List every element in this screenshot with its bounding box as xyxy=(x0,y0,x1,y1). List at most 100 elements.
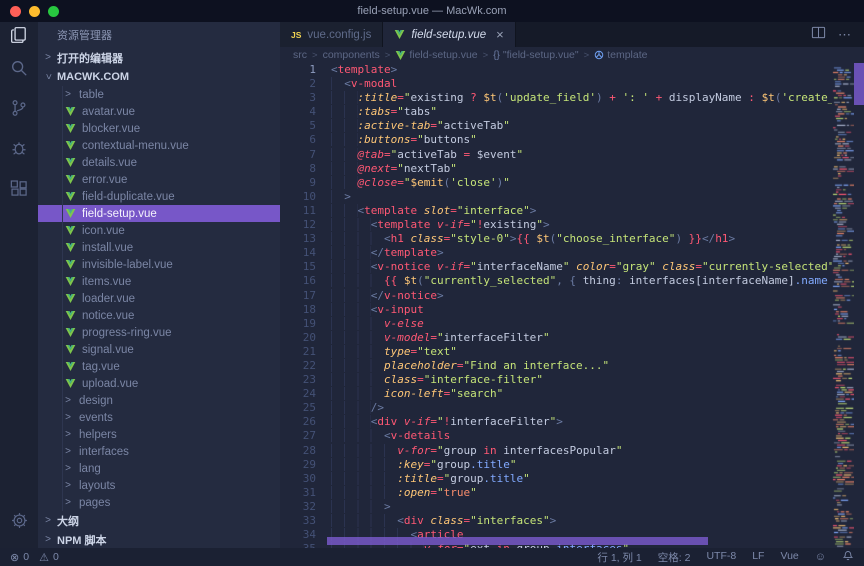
code-line[interactable]: 33 <div class="interfaces"> xyxy=(280,514,864,528)
tree-item[interactable]: >table xyxy=(38,86,280,103)
tree-item[interactable]: >layouts xyxy=(38,477,280,494)
code-line[interactable]: 18 <v-input xyxy=(280,303,864,317)
extensions-icon[interactable] xyxy=(0,168,38,208)
code-line[interactable]: 29 :key="group.title" xyxy=(280,458,864,472)
search-icon[interactable] xyxy=(0,48,38,88)
status-item[interactable]: 空格: 2 xyxy=(658,550,691,565)
code-line[interactable]: 22 placeholder="Find an interface..." xyxy=(280,359,864,373)
code-line[interactable]: 1<template> xyxy=(280,63,864,77)
split-editor-icon[interactable] xyxy=(811,25,826,45)
error-count[interactable]: ⊗0 xyxy=(10,551,29,564)
tree-item[interactable]: progress-ring.vue xyxy=(38,324,280,341)
tree-item[interactable]: >design xyxy=(38,392,280,409)
breadcrumb-item[interactable]: components xyxy=(323,49,380,61)
code-line[interactable]: 19 v-else xyxy=(280,317,864,331)
warning-count[interactable]: ⚠0 xyxy=(39,551,59,564)
tree-item[interactable]: >helpers xyxy=(38,426,280,443)
problems-status[interactable]: ⊗0 ⚠0 xyxy=(10,551,69,564)
vertical-scrollbar-thumb[interactable] xyxy=(854,63,864,105)
tree-item[interactable]: error.vue xyxy=(38,171,280,188)
notifications-bell-icon[interactable] xyxy=(842,550,854,565)
code-line[interactable]: 27 <v-details xyxy=(280,429,864,443)
outline-label: 大纲 xyxy=(57,513,79,529)
tree-item[interactable]: >lang xyxy=(38,460,280,477)
code-editor[interactable]: 1<template>2 <v-modal3 :title="existing … xyxy=(280,63,864,548)
code-line[interactable]: 6 :buttons="buttons" xyxy=(280,133,864,147)
code-line[interactable]: 30 :title="group.title" xyxy=(280,472,864,486)
tree-item[interactable]: items.vue xyxy=(38,273,280,290)
workspace-root[interactable]: > MACWK.COM xyxy=(38,67,280,86)
code-line[interactable]: 31 :open="true" xyxy=(280,486,864,500)
code-line[interactable]: 25 /> xyxy=(280,401,864,415)
code-line[interactable]: 10 > xyxy=(280,190,864,204)
horizontal-scrollbar-thumb[interactable] xyxy=(327,537,708,545)
tree-item[interactable]: details.vue xyxy=(38,154,280,171)
code-line[interactable]: 28 v-for="group in interfacesPopular" xyxy=(280,444,864,458)
status-item[interactable]: LF xyxy=(752,550,764,565)
code-line[interactable]: 17 </v-notice> xyxy=(280,289,864,303)
zoom-window-button[interactable] xyxy=(48,6,59,17)
tree-item[interactable]: icon.vue xyxy=(38,222,280,239)
source-control-icon[interactable] xyxy=(0,88,38,128)
breadcrumb-item[interactable]: field-setup.vue xyxy=(395,49,477,61)
tree-item[interactable]: >pages xyxy=(38,494,280,511)
tree-item[interactable]: tag.vue xyxy=(38,358,280,375)
code-line[interactable]: 5 :active-tab="activeTab" xyxy=(280,119,864,133)
breadcrumb-item[interactable]: {}"field-setup.vue" xyxy=(493,49,578,61)
feedback-smiley-icon[interactable]: ☺ xyxy=(815,551,826,563)
tree-item[interactable]: field-duplicate.vue xyxy=(38,188,280,205)
code-line[interactable]: 15 <v-notice v-if="interfaceName" color=… xyxy=(280,260,864,274)
code-line[interactable]: 21 type="text" xyxy=(280,345,864,359)
code-line[interactable]: 20 v-model="interfaceFilter" xyxy=(280,331,864,345)
status-item[interactable]: Vue xyxy=(780,550,798,565)
code-line[interactable]: 4 :tabs="tabs" xyxy=(280,105,864,119)
code-line[interactable]: 16 {{ $t("currently_selected", { thing: … xyxy=(280,274,864,288)
tree-item[interactable]: >events xyxy=(38,409,280,426)
tab-vue.config.js[interactable]: JSvue.config.js xyxy=(280,22,383,47)
code-line[interactable]: 26 <div v-if="!interfaceFilter"> xyxy=(280,415,864,429)
tree-item[interactable]: upload.vue xyxy=(38,375,280,392)
code-line[interactable]: 7 @tab="activeTab = $event" xyxy=(280,148,864,162)
code-line[interactable]: 14 </template> xyxy=(280,246,864,260)
tree-item[interactable]: blocker.vue xyxy=(38,120,280,137)
close-window-button[interactable] xyxy=(10,6,21,17)
tree-item[interactable]: signal.vue xyxy=(38,341,280,358)
code-line[interactable]: 9 @close="$emit('close')" xyxy=(280,176,864,190)
tab-field-setup.vue[interactable]: field-setup.vue× xyxy=(383,22,515,47)
code-line[interactable]: 13 <h1 class="style-0">{{ $t("choose_int… xyxy=(280,232,864,246)
tree-item[interactable]: field-setup.vue xyxy=(38,205,280,222)
minimize-window-button[interactable] xyxy=(29,6,40,17)
debug-icon[interactable] xyxy=(0,128,38,168)
npm-scripts-section[interactable]: > NPM 脚本 xyxy=(38,530,280,548)
tree-item[interactable]: loader.vue xyxy=(38,290,280,307)
titlebar: field-setup.vue — MacWk.com xyxy=(0,0,864,22)
tree-item[interactable]: notice.vue xyxy=(38,307,280,324)
code-line[interactable]: 3 :title="existing ? $t('update_field') … xyxy=(280,91,864,105)
outline-section[interactable]: > 大纲 xyxy=(38,511,280,530)
minimap[interactable] xyxy=(832,63,864,548)
status-item[interactable]: UTF-8 xyxy=(706,550,736,565)
breadcrumb-item[interactable]: template xyxy=(594,49,647,61)
code-line[interactable]: 11 <template slot="interface"> xyxy=(280,204,864,218)
close-tab-icon[interactable]: × xyxy=(496,30,504,40)
code-line[interactable]: 24 icon-left="search" xyxy=(280,387,864,401)
breadcrumb-item[interactable]: src xyxy=(293,49,307,61)
code-line[interactable]: 8 @next="nextTab" xyxy=(280,162,864,176)
tree-item[interactable]: >interfaces xyxy=(38,443,280,460)
tree-item-label: details.vue xyxy=(82,157,137,169)
code-line[interactable]: 32 > xyxy=(280,500,864,514)
tree-item-label: field-duplicate.vue xyxy=(82,191,175,203)
tree-item[interactable]: avatar.vue xyxy=(38,103,280,120)
tree-item[interactable]: contextual-menu.vue xyxy=(38,137,280,154)
code-line[interactable]: 2 <v-modal xyxy=(280,77,864,91)
line-number: 7 xyxy=(280,148,316,162)
open-editors-section[interactable]: > 打开的编辑器 xyxy=(38,48,280,67)
code-line[interactable]: 12 <template v-if="!existing"> xyxy=(280,218,864,232)
explorer-icon[interactable] xyxy=(0,22,38,48)
manage-gear-icon[interactable] xyxy=(0,500,38,540)
more-actions-icon[interactable]: ⋯ xyxy=(838,27,852,43)
tree-item[interactable]: invisible-label.vue xyxy=(38,256,280,273)
tree-item[interactable]: install.vue xyxy=(38,239,280,256)
status-item[interactable]: 行 1, 列 1 xyxy=(597,550,641,565)
code-line[interactable]: 23 class="interface-filter" xyxy=(280,373,864,387)
